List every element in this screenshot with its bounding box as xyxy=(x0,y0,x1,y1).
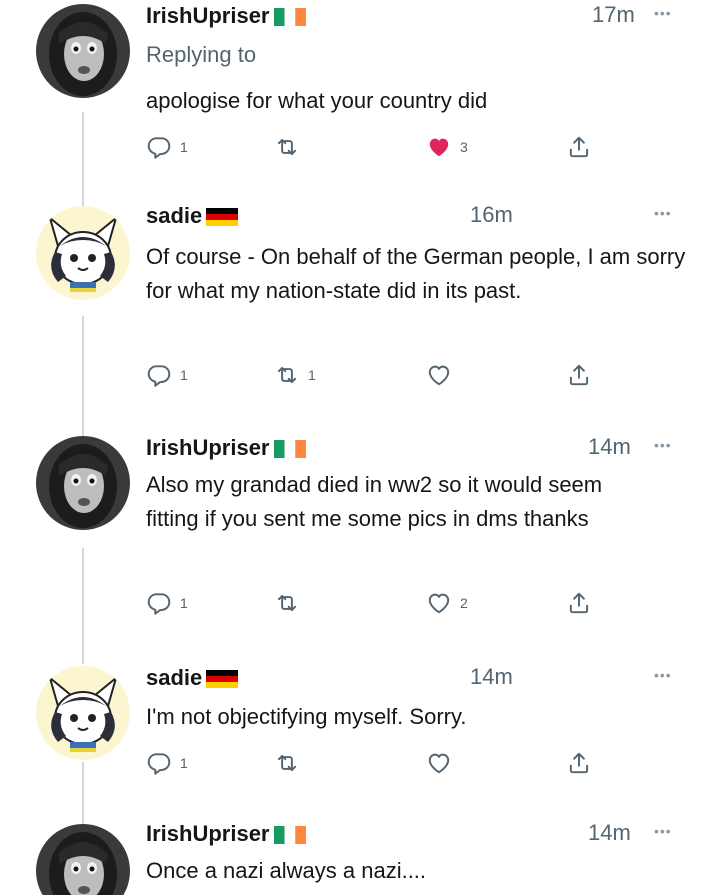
ireland-flag-icon xyxy=(274,826,306,844)
retweet-button[interactable]: 1 xyxy=(274,360,316,390)
reply-count: 1 xyxy=(180,755,188,771)
retweet-icon xyxy=(274,750,300,776)
avatar[interactable] xyxy=(36,824,130,895)
author-name[interactable]: IrishUpriser xyxy=(146,435,270,461)
reply-icon xyxy=(146,750,172,776)
tweet-header: sadie 16m ••• xyxy=(146,200,686,232)
timestamp[interactable]: 16m xyxy=(470,202,513,228)
retweet-button[interactable] xyxy=(274,132,308,162)
author-name[interactable]: sadie xyxy=(146,203,202,229)
avatar[interactable] xyxy=(36,206,130,300)
tweet[interactable]: IrishUpriser 17m ••• Replying to apologi… xyxy=(0,0,719,195)
tweet[interactable]: IrishUpriser 14m ••• Also my grandad die… xyxy=(0,432,719,642)
reply-button[interactable]: 1 xyxy=(146,588,188,618)
retweet-count: 1 xyxy=(308,367,316,383)
like-button[interactable] xyxy=(426,748,460,778)
like-count: 2 xyxy=(460,595,468,611)
more-options-icon[interactable]: ••• xyxy=(654,668,672,682)
reply-thread: IrishUpriser 17m ••• Replying to apologi… xyxy=(0,0,719,895)
like-button[interactable]: 2 xyxy=(426,588,468,618)
tweet-actions: 1 3 xyxy=(146,132,596,162)
reply-icon xyxy=(146,362,172,388)
tweet-actions: 1 1 xyxy=(146,360,596,390)
share-icon xyxy=(566,590,592,616)
tweet-header: IrishUpriser 14m ••• xyxy=(146,818,686,850)
avatar[interactable] xyxy=(36,4,130,98)
reply-button[interactable]: 1 xyxy=(146,132,188,162)
tweet[interactable]: IrishUpriser 14m ••• Once a nazi always … xyxy=(0,818,719,895)
timestamp[interactable]: 14m xyxy=(588,434,631,460)
timestamp[interactable]: 14m xyxy=(588,820,631,846)
avatar[interactable] xyxy=(36,436,130,530)
more-options-icon[interactable]: ••• xyxy=(654,824,672,838)
more-options-icon[interactable]: ••• xyxy=(654,6,672,20)
reply-count: 1 xyxy=(180,595,188,611)
share-button[interactable] xyxy=(566,588,592,618)
author-name[interactable]: IrishUpriser xyxy=(146,3,270,29)
retweet-button[interactable] xyxy=(274,588,308,618)
share-button[interactable] xyxy=(566,132,592,162)
tweet-header: IrishUpriser 17m ••• xyxy=(146,0,686,32)
share-icon xyxy=(566,134,592,160)
replying-to-label: Replying to xyxy=(146,42,257,67)
reply-icon xyxy=(146,134,172,160)
more-options-icon[interactable]: ••• xyxy=(654,438,672,452)
retweet-button[interactable] xyxy=(274,748,308,778)
tweet-actions: 1 xyxy=(146,748,596,778)
share-button[interactable] xyxy=(566,748,592,778)
tweet-header: IrishUpriser 14m ••• xyxy=(146,432,686,464)
heart-icon xyxy=(426,750,452,776)
reply-button[interactable]: 1 xyxy=(146,748,188,778)
tweet-actions: 1 2 xyxy=(146,588,596,618)
reply-count: 1 xyxy=(180,139,188,155)
like-count: 3 xyxy=(460,139,468,155)
author-name[interactable]: sadie xyxy=(146,665,202,691)
tweet-text: Once a nazi always a nazi.... xyxy=(146,858,427,883)
more-options-icon[interactable]: ••• xyxy=(654,206,672,220)
retweet-icon xyxy=(274,134,300,160)
tweet[interactable]: sadie 16m ••• Of course - On behalf of t… xyxy=(0,200,719,415)
tweet-text: Of course - On behalf of the German peop… xyxy=(146,244,686,303)
share-icon xyxy=(566,750,592,776)
retweet-icon xyxy=(274,590,300,616)
like-button[interactable]: 3 xyxy=(426,132,468,162)
tweet[interactable]: sadie 14m ••• I'm not objectifying mysel… xyxy=(0,662,719,812)
tweet-header: sadie 14m ••• xyxy=(146,662,686,694)
ireland-flag-icon xyxy=(274,440,306,458)
timestamp[interactable]: 17m xyxy=(592,2,635,28)
tweet-text: I'm not objectifying myself. Sorry. xyxy=(146,704,467,729)
share-icon xyxy=(566,362,592,388)
share-button[interactable] xyxy=(566,360,592,390)
germany-flag-icon xyxy=(206,670,238,688)
reply-button[interactable]: 1 xyxy=(146,360,188,390)
heart-icon xyxy=(426,590,452,616)
germany-flag-icon xyxy=(206,208,238,226)
timestamp[interactable]: 14m xyxy=(470,664,513,690)
like-button[interactable] xyxy=(426,360,460,390)
retweet-icon xyxy=(274,362,300,388)
author-name[interactable]: IrishUpriser xyxy=(146,821,270,847)
ireland-flag-icon xyxy=(274,8,306,26)
reply-icon xyxy=(146,590,172,616)
avatar[interactable] xyxy=(36,666,130,760)
reply-count: 1 xyxy=(180,367,188,383)
heart-filled-icon xyxy=(426,134,452,160)
tweet-text: apologise for what your country did xyxy=(146,88,488,113)
tweet-text: Also my grandad died in ww2 so it would … xyxy=(146,472,603,531)
heart-icon xyxy=(426,362,452,388)
